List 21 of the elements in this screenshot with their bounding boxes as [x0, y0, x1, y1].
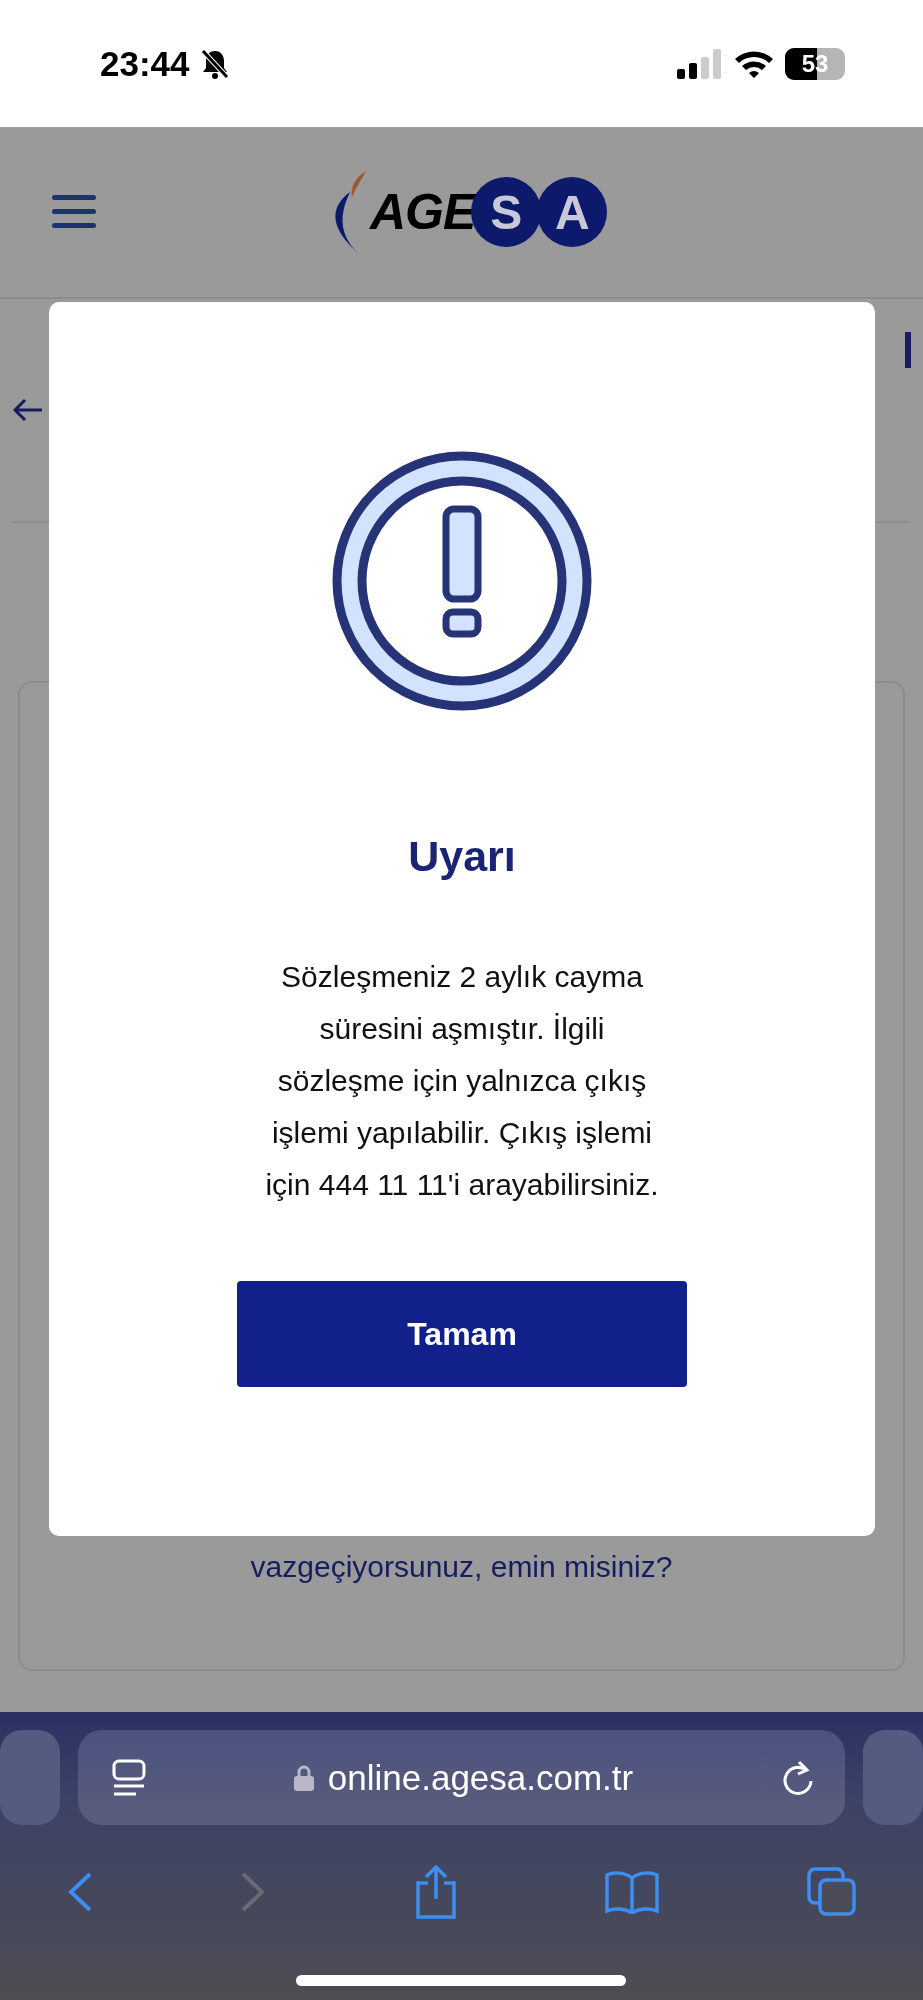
tab-preview[interactable] [863, 1730, 923, 1825]
share-icon[interactable] [413, 1865, 458, 1919]
tab-preview[interactable] [0, 1730, 60, 1825]
book-icon[interactable] [605, 1870, 659, 1914]
tabs-icon[interactable] [806, 1867, 857, 1917]
warning-icon [331, 450, 593, 712]
signal-icon [677, 48, 723, 79]
dialog-message: Sözleşmeniz 2 aylık cayma süresini aşmıştır. İlgili sözleşme için yalnızca çıkış işlemi yapılabilir. Çıkış işlemi için 444 11 11'i arayabilirsiniz. [265, 959, 659, 1203]
ok-button[interactable]: Tamam [237, 1281, 687, 1387]
address-bar[interactable]: online.agesa.com.tr [78, 1730, 845, 1825]
dialog-title: Uyarı [408, 832, 516, 881]
reload-icon[interactable] [781, 1758, 815, 1797]
clock: 23:44 [100, 43, 190, 84]
reader-icon[interactable] [112, 1758, 146, 1797]
url-text: online.agesa.com.tr [327, 1757, 634, 1798]
lock-icon [293, 1764, 314, 1791]
back-icon[interactable] [66, 1871, 93, 1913]
cut-off-mark [905, 332, 911, 368]
back-arrow-icon[interactable] [12, 398, 44, 422]
menu-icon[interactable] [52, 195, 96, 229]
confirmation-text: vazgeçiyorsunuz, emin misiniz? [250, 1550, 673, 1584]
